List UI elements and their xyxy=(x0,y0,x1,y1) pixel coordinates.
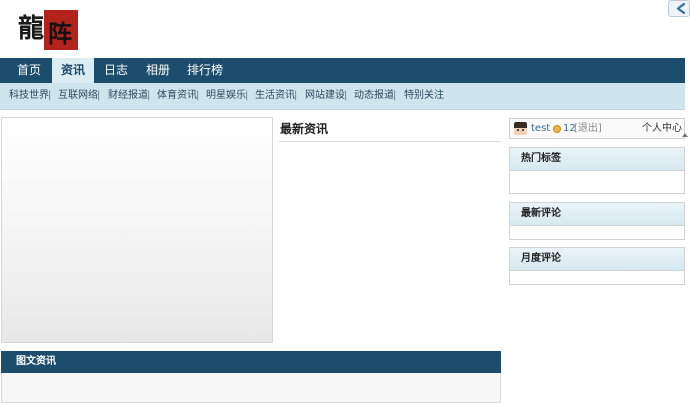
subnav-separator: | xyxy=(393,90,397,101)
subnav-item-special[interactable]: 特别关注 xyxy=(404,83,444,109)
hot-tags-header: 热门标签 xyxy=(510,148,684,171)
user-center-link[interactable]: 个人中心 xyxy=(642,119,682,138)
subnav-item-dynamic[interactable]: 动态报道 xyxy=(354,83,394,109)
user-bar: test 12 [退出] 个人中心 xyxy=(509,118,688,139)
nav-item-blog[interactable]: 日志 xyxy=(96,58,136,83)
username-link[interactable]: test xyxy=(531,119,550,138)
subnav-separator: | xyxy=(48,90,52,101)
latest-news-title: 最新资讯 xyxy=(280,122,329,136)
monthly-comments-header: 月度评论 xyxy=(510,248,684,271)
subnav-item-internet[interactable]: 互联网络 xyxy=(58,83,98,109)
subnav-item-celebrity[interactable]: 明星娱乐 xyxy=(206,83,246,109)
latest-comments-title: 最新评论 xyxy=(521,208,561,219)
monthly-comments-title: 月度评论 xyxy=(521,253,561,264)
latest-comments-header: 最新评论 xyxy=(510,203,684,226)
subnav-item-webdev[interactable]: 网站建设 xyxy=(305,83,345,109)
nav-item-news[interactable]: 资讯 xyxy=(52,58,94,83)
subnav-separator: | xyxy=(245,90,249,101)
sub-nav: 科技世界 | 互联网络 | 财经报道 | 体育资讯 | 明星娱乐 | 生活资讯 … xyxy=(0,83,685,110)
latest-news-divider xyxy=(279,141,501,142)
hot-tags-panel: 热门标签 xyxy=(509,147,685,194)
nav-item-home[interactable]: 首页 xyxy=(6,58,52,83)
subnav-separator: | xyxy=(344,90,348,101)
nav-item-ranking[interactable]: 排行榜 xyxy=(182,58,228,83)
subnav-item-life[interactable]: 生活资讯 xyxy=(255,83,295,109)
nav-item-album[interactable]: 相册 xyxy=(138,58,178,83)
avatar-eye xyxy=(517,129,519,131)
subnav-item-finance[interactable]: 财经报道 xyxy=(108,83,148,109)
picture-news-title: 图文资讯 xyxy=(16,356,56,367)
picture-news-header: 图文资讯 xyxy=(1,351,501,373)
main-nav: 首页 资讯 日志 相册 排行榜 xyxy=(0,58,685,83)
subnav-item-tech[interactable]: 科技世界 xyxy=(9,83,49,109)
latest-comments-panel: 最新评论 xyxy=(509,202,685,240)
subnav-item-sports[interactable]: 体育资讯 xyxy=(157,83,197,109)
return-button[interactable] xyxy=(668,0,690,17)
logo-char-2: 阵 xyxy=(48,19,72,48)
subnav-separator: | xyxy=(294,90,298,101)
site-logo[interactable]: 龍 阵 xyxy=(18,6,80,52)
subnav-separator: | xyxy=(97,90,101,101)
credits-coin-icon xyxy=(553,125,561,133)
hot-tags-title: 热门标签 xyxy=(521,153,561,164)
caret-up-icon xyxy=(682,133,688,137)
featured-slideshow[interactable] xyxy=(1,117,273,343)
avatar[interactable] xyxy=(514,122,527,135)
avatar-eye xyxy=(522,129,524,131)
return-arrow-icon xyxy=(676,3,686,14)
logo-char-1: 龍 xyxy=(18,14,45,44)
avatar-hair xyxy=(514,122,527,128)
subnav-separator: | xyxy=(196,90,200,101)
subnav-separator: | xyxy=(147,90,151,101)
monthly-comments-panel: 月度评论 xyxy=(509,247,685,285)
logout-link[interactable]: [退出] xyxy=(574,119,602,138)
